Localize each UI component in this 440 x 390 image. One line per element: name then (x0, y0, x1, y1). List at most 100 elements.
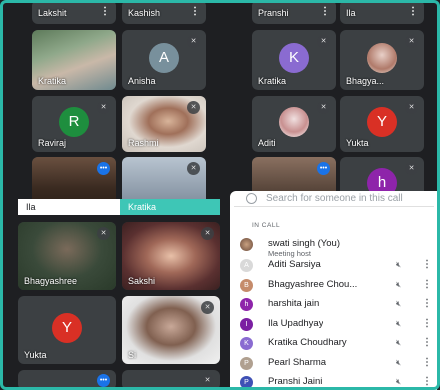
participant-name: Pearl Sharma (268, 356, 327, 368)
mic-off-icon: ✕ (317, 35, 330, 48)
avatar: B (240, 278, 253, 292)
participant-name: harshita jain (268, 298, 320, 309)
mic-off-icon: 🔇︎ (396, 377, 402, 386)
more-options-icon[interactable]: ⋮ (422, 337, 432, 348)
mic-off-icon: 🔇︎ (396, 279, 402, 289)
participant-name: Kratika (128, 202, 157, 212)
participant-tile[interactable]: Sakshi ✕ (122, 222, 220, 290)
mic-off-icon: ✕ (97, 101, 110, 114)
participant-name: Kratika Choudhary (268, 337, 347, 348)
mic-off-icon: ✕ (201, 227, 214, 240)
mic-off-icon: 🔇︎ (396, 318, 402, 328)
participant-name: Yukta (346, 138, 369, 148)
more-options-icon[interactable]: ⋮ (320, 6, 330, 17)
participant-name-strip: Kratika (120, 199, 220, 215)
mic-off-icon: ✕ (187, 35, 200, 48)
participant-tile[interactable]: Rashmi ✕ (122, 96, 206, 152)
people-panel: Search for someone in this call IN CALL … (230, 191, 437, 390)
participant-name: Pranshi (258, 8, 289, 18)
participant-row[interactable]: A Aditi Sarsiya 🔇︎ ⋮ (230, 256, 437, 274)
participant-name: Bhagyashree Chou... (268, 278, 358, 290)
more-options-icon[interactable]: ⋮ (422, 318, 432, 329)
participant-tile[interactable]: Si ✕ (122, 296, 220, 364)
speaking-icon: ••• (317, 162, 330, 175)
participant-row[interactable]: K Kratika Choudhary 🔇︎ ⋮ (230, 334, 437, 352)
participant-tile[interactable]: Bhagyashree ✕ (18, 222, 116, 290)
mic-off-icon: ✕ (201, 374, 214, 387)
more-options-icon[interactable]: ⋮ (100, 6, 110, 17)
participant-row[interactable]: P Pranshi Jaini 🔇︎ ⋮ (230, 373, 437, 390)
more-options-icon[interactable]: ⋮ (190, 6, 200, 17)
avatar: P (240, 376, 253, 389)
participant-tile[interactable]: Bhagya... ✕ (340, 30, 424, 90)
participant-name: Lakshit (38, 8, 67, 18)
avatar (279, 107, 309, 137)
participant-row[interactable]: I Ila Upadhyay 🔇︎ ⋮ (230, 315, 437, 333)
participant-name: Pranshi Jaini (268, 376, 323, 387)
mic-off-icon: 🔇︎ (396, 338, 402, 347)
participant-name: Ila (26, 202, 36, 212)
more-options-icon[interactable]: ⋮ (422, 376, 432, 387)
mic-off-icon: ✕ (405, 35, 418, 48)
participant-name: Si (128, 350, 137, 360)
participant-tile[interactable]: Pranshi ⋮ (252, 0, 336, 24)
mic-off-icon: ✕ (405, 101, 418, 114)
participant-name: Sakshi (128, 276, 156, 286)
more-options-icon[interactable]: ⋮ (408, 6, 418, 17)
participant-name: Ila (346, 8, 356, 18)
participant-tile[interactable]: Lakshit ⋮ (32, 0, 116, 24)
participant-row[interactable]: B Bhagyashree Chou... 🔇︎ ⋮ (230, 276, 437, 294)
participant-tile[interactable]: K Kratika ✕ (252, 30, 336, 90)
search-icon (246, 193, 257, 204)
avatar: h (240, 298, 253, 311)
mic-off-icon: ✕ (405, 162, 418, 175)
avatar: I (240, 317, 253, 331)
participant-name: swati singh (You) (268, 238, 340, 249)
more-options-icon[interactable]: ⋮ (422, 357, 432, 368)
avatar: Y (367, 107, 397, 137)
mic-off-icon: ✕ (317, 101, 330, 114)
search-input[interactable]: Search for someone in this call (234, 191, 434, 207)
participant-tile[interactable]: ••• (18, 370, 116, 390)
participant-name: Raviraj (38, 138, 67, 148)
avatar: A (149, 43, 179, 73)
participant-tile[interactable]: ✕ (122, 370, 220, 390)
participant-name: Bhagyashree (24, 276, 78, 286)
mic-off-icon: 🔇︎ (396, 260, 402, 269)
participant-name-strip: Ila (18, 199, 120, 215)
participant-name: Kashish (128, 8, 161, 18)
participant-name: Aditi (258, 138, 276, 148)
participant-tile[interactable]: A Anisha ✕ (122, 30, 206, 90)
avatar (240, 238, 253, 251)
speaking-icon: ••• (97, 374, 110, 387)
participant-name: Kratika (38, 76, 67, 86)
participant-row[interactable]: P Pearl Sharma 🔇︎ ⋮ (230, 354, 437, 372)
more-options-icon[interactable]: ⋮ (422, 279, 432, 290)
participant-tile[interactable]: Ila ⋮ (340, 0, 424, 24)
mic-off-icon: ✕ (97, 227, 110, 240)
participant-tile[interactable]: Y Yukta ✕ (340, 96, 424, 152)
mic-off-icon: 🔇︎ (396, 357, 402, 367)
participant-name: Anisha (128, 76, 156, 86)
participant-name: Rashmi (128, 138, 159, 148)
participant-name: Yukta (24, 350, 47, 360)
more-options-icon[interactable]: ⋮ (422, 259, 432, 270)
avatar: Y (52, 313, 82, 343)
participant-name: Aditi Sarsiya (268, 259, 321, 270)
participant-tile[interactable]: Kashish ⋮ (122, 0, 206, 24)
mic-off-icon: ✕ (187, 162, 200, 175)
participant-name: Ila Upadhyay (268, 317, 324, 329)
participant-name: Bhagya... (346, 76, 385, 86)
participant-tile[interactable]: Aditi ✕ (252, 96, 336, 152)
avatar: R (59, 107, 89, 137)
speaking-icon: ••• (97, 162, 110, 175)
section-label: IN CALL (252, 222, 281, 229)
avatar: A (240, 259, 253, 272)
more-options-icon[interactable]: ⋮ (422, 298, 432, 309)
participant-tile[interactable]: Y Yukta (18, 296, 116, 364)
participant-tile[interactable]: R Raviraj ✕ (32, 96, 116, 152)
mic-off-icon: 🔇︎ (396, 299, 402, 308)
participant-row[interactable]: h harshita jain 🔇︎ ⋮ (230, 295, 437, 313)
participant-tile[interactable]: Kratika (32, 30, 116, 90)
avatar: P (240, 356, 253, 370)
